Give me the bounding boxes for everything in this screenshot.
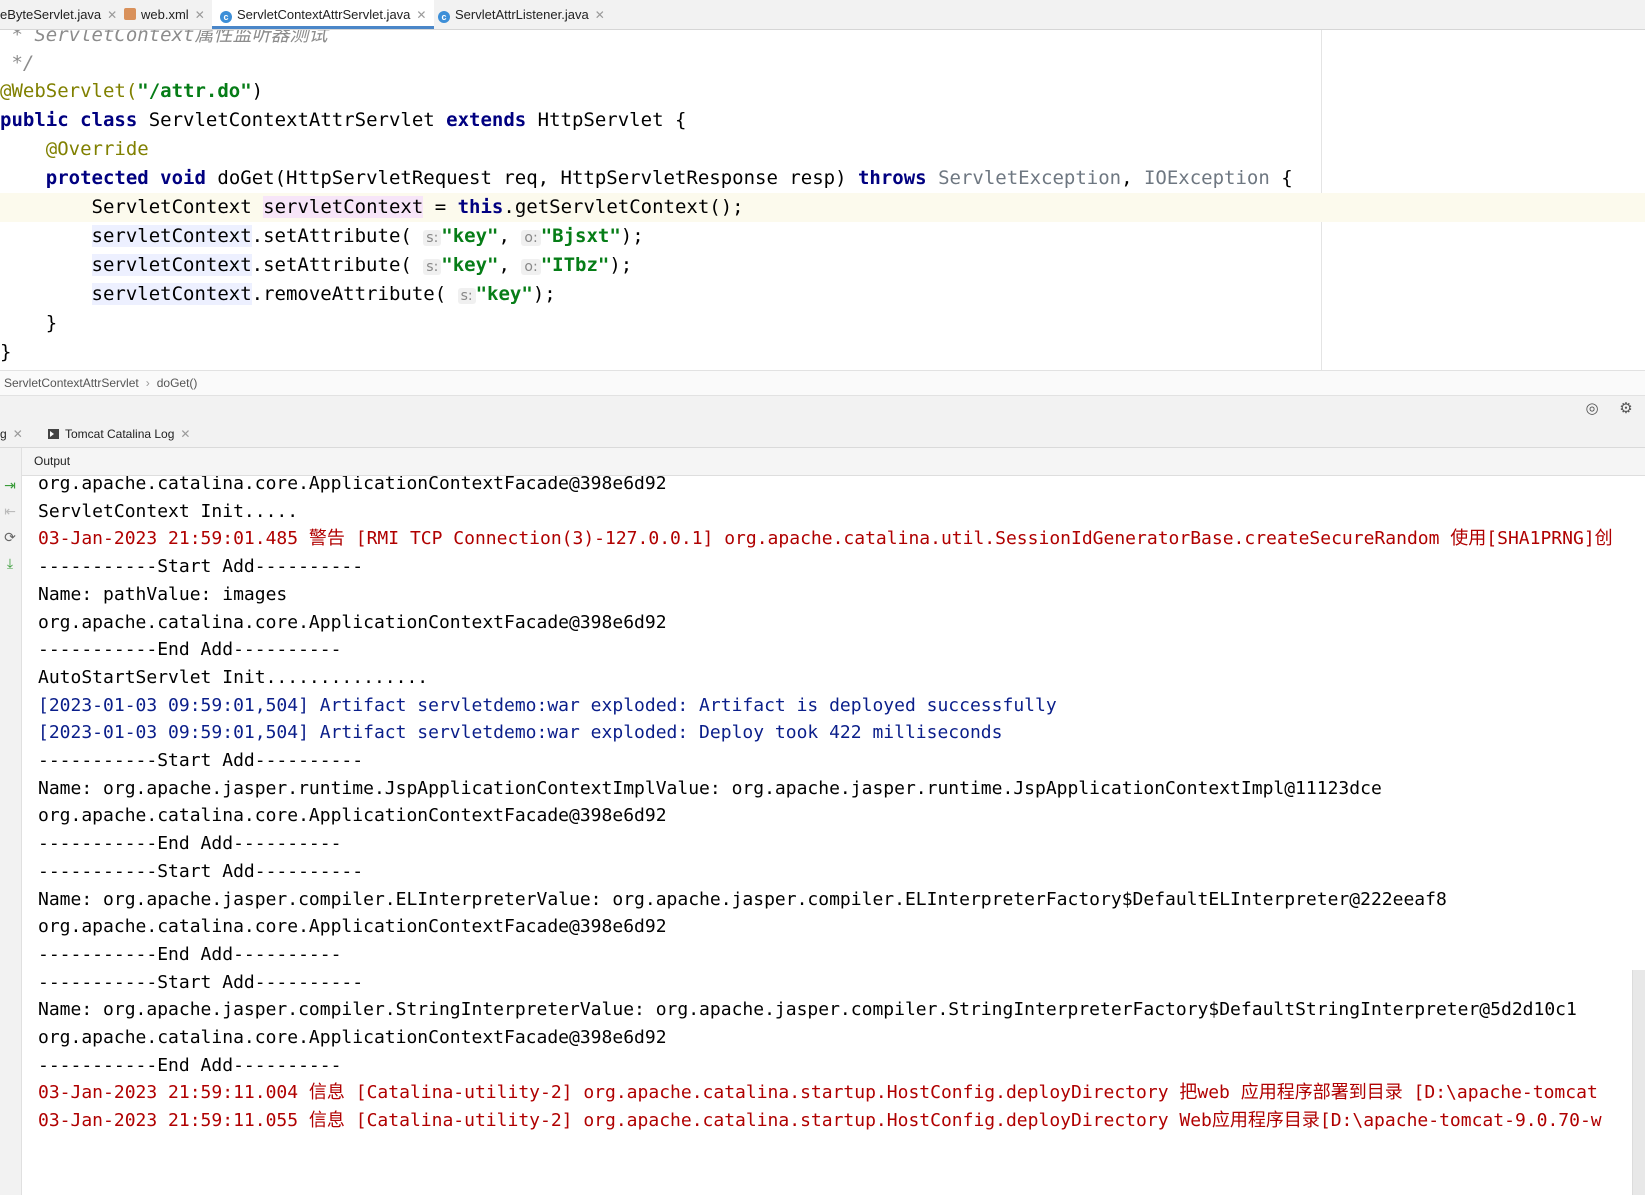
close-icon[interactable]: ✕ — [595, 8, 605, 22]
console-line: 03-Jan-2023 21:59:01.485 警告 [RMI TCP Con… — [38, 528, 1613, 550]
code-line: * ServletContext属性监听器测试 — [0, 30, 328, 46]
console-line: -----------End Add---------- — [38, 1054, 342, 1076]
tab-tomcat-catalina-log[interactable]: Tomcat Catalina Log ✕ — [48, 420, 190, 448]
code-line: servletContext.setAttribute( s: "key", o:… — [91, 254, 633, 276]
console-output[interactable]: org.apache.catalina.core.ApplicationCont… — [22, 476, 1645, 1195]
xml-file-icon — [124, 8, 136, 20]
chevron-right-icon: › — [145, 376, 150, 390]
tab-ebyteservlet[interactable]: eByteServlet.java ✕ — [0, 0, 117, 29]
output-label: Output — [34, 454, 71, 468]
console-line: org.apache.catalina.core.ApplicationCont… — [38, 611, 667, 633]
console-line: org.apache.catalina.core.ApplicationCont… — [38, 1027, 667, 1048]
console-line: Name: pathValue: images — [38, 583, 288, 605]
tab-log[interactable]: g ✕ — [0, 420, 23, 448]
close-icon[interactable]: ✕ — [416, 8, 426, 22]
stop-icon[interactable]: ⇤ — [2, 504, 18, 520]
code-line: */ — [0, 52, 35, 74]
parameter-hint: s: — [423, 259, 442, 275]
tab-servletattrlistener[interactable]: c ServletAttrListener.java ✕ — [438, 0, 605, 29]
tab-label: ServletContextAttrServlet.java — [237, 7, 411, 22]
terminal-icon — [48, 429, 59, 439]
parameter-hint: s: — [423, 230, 442, 246]
console-line: Name: org.apache.jasper.compiler.ELInter… — [38, 888, 1447, 910]
console-line: org.apache.catalina.core.ApplicationCont… — [38, 805, 667, 827]
console-line: Name: org.apache.jasper.runtime.JspAppli… — [38, 777, 1382, 799]
console-line: Name: org.apache.jasper.compiler.StringI… — [38, 999, 1577, 1021]
tab-label: eByteServlet.java — [0, 7, 102, 22]
console-line: org.apache.catalina.core.ApplicationCont… — [38, 476, 667, 494]
target-icon[interactable]: ◎ — [1584, 400, 1600, 416]
console-line: -----------End Add---------- — [38, 639, 342, 661]
editor-tab-bar: eByteServlet.java ✕ web.xml ✕ c ServletCont… — [0, 0, 1645, 30]
tab-web-xml[interactable]: web.xml ✕ — [124, 0, 205, 29]
console-line: -----------End Add---------- — [38, 943, 342, 965]
close-icon[interactable]: ✕ — [13, 427, 23, 441]
vertical-scrollbar[interactable] — [1632, 970, 1645, 1195]
code-line: @WebServlet("/attr.do") — [0, 80, 264, 102]
code-editor[interactable]: * ServletContext属性监听器测试 */ @WebServlet("… — [0, 30, 1645, 370]
code-line: } — [45, 312, 58, 334]
console-line: ServletContext Init..... — [38, 500, 299, 522]
console-line: org.apache.catalina.core.ApplicationCont… — [38, 916, 667, 938]
console-toolbar: ⇥ ⇤ ⟳ ⤓ — [0, 448, 22, 1195]
code-line: @Override — [45, 138, 149, 160]
java-class-icon: c — [438, 11, 450, 23]
console-line: -----------Start Add---------- — [38, 971, 364, 993]
breadcrumb-method[interactable]: doGet() — [157, 376, 198, 390]
code-line: protected void doGet(HttpServletRequest … — [45, 167, 1293, 189]
code-line-current: ServletContext servletContext = this.get… — [0, 193, 1645, 222]
code-line: servletContext.removeAttribute( s: "key")… — [91, 283, 556, 305]
console-line: AutoStartServlet Init............... — [38, 666, 429, 688]
console-line: -----------Start Add---------- — [38, 556, 364, 578]
scroll-to-end-icon[interactable]: ⤓ — [2, 556, 18, 572]
java-class-icon: c — [220, 11, 232, 23]
parameter-hint: o: — [521, 230, 541, 246]
tab-label: web.xml — [141, 7, 189, 22]
close-icon[interactable]: ✕ — [195, 8, 205, 22]
tool-window-strip: ◎ ⚙ — [0, 396, 1645, 420]
rerun-icon[interactable]: ⇥ — [2, 478, 18, 494]
code-line: servletContext.setAttribute( s: "key", o:… — [91, 225, 644, 247]
close-icon[interactable]: ✕ — [107, 8, 117, 22]
console-line: 03-Jan-2023 21:59:11.004 信息 [Catalina-ut… — [38, 1082, 1598, 1104]
close-icon[interactable]: ✕ — [180, 427, 190, 441]
tab-servletcontextattrservlet[interactable]: c ServletContextAttrServlet.java ✕ — [212, 0, 435, 29]
parameter-hint: s: — [457, 288, 476, 304]
console-line: [2023-01-03 09:59:01,504] Artifact servl… — [38, 694, 1057, 716]
parameter-hint: o: — [521, 259, 541, 275]
breadcrumb: ServletContextAttrServlet › doGet() — [0, 370, 1645, 396]
breadcrumb-class[interactable]: ServletContextAttrServlet — [4, 376, 139, 390]
code-line: } — [0, 341, 12, 363]
console-line: 03-Jan-2023 21:59:11.055 信息 [Catalina-ut… — [38, 1110, 1602, 1132]
tab-label: ServletAttrListener.java — [455, 7, 589, 22]
console-line: -----------End Add---------- — [38, 833, 342, 855]
console-line: -----------Start Add---------- — [38, 750, 364, 771]
gear-icon[interactable]: ⚙ — [1618, 400, 1634, 416]
code-line: public class ServletContextAttrServlet e… — [0, 109, 687, 131]
refresh-icon[interactable]: ⟳ — [2, 530, 18, 546]
console-line: -----------Start Add---------- — [38, 860, 364, 882]
console-line: [2023-01-03 09:59:01,504] Artifact servl… — [38, 722, 1003, 744]
run-tab-bar: g ✕ Tomcat Catalina Log ✕ — [0, 420, 1645, 448]
output-header: Output — [22, 448, 1645, 476]
